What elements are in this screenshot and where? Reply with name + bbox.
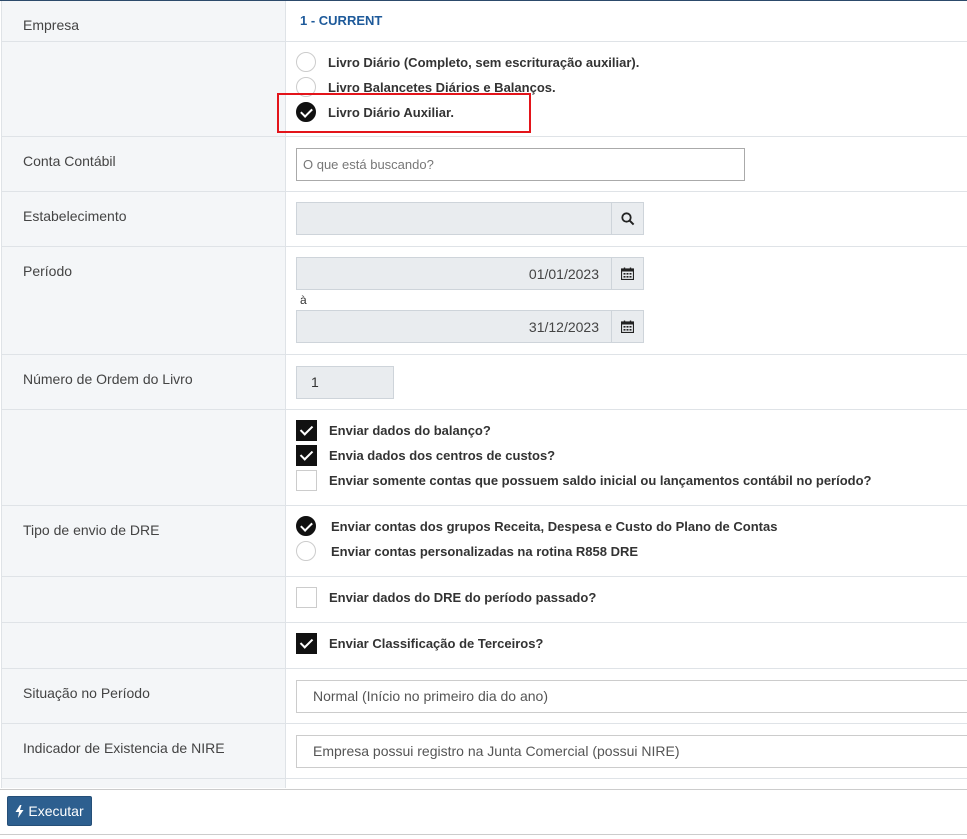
execute-button[interactable]: Executar: [7, 796, 92, 826]
label-cell: Estabelecimento: [1, 192, 286, 246]
footer-bar: Executar: [0, 789, 967, 839]
balance-option-3[interactable]: Enviar somente contas que possuem saldo …: [296, 470, 872, 491]
label-cell: [1, 42, 286, 136]
row-book-order: Número de Ordem do Livro 1: [1, 355, 967, 410]
row-balance-options: Enviar dados do balanço? Envia dados dos…: [1, 410, 967, 506]
label-cell: Período: [1, 247, 286, 354]
establishment-field[interactable]: [296, 202, 611, 235]
dre-option-label: Enviar contas dos grupos Receita, Despes…: [331, 518, 778, 534]
period-separator: à: [300, 293, 307, 307]
situation-label: Situação no Período: [23, 685, 150, 701]
period-end-group: 31/12/2023: [296, 310, 644, 343]
row-period: Período 01/01/2023 à 31/12/2023: [1, 247, 967, 355]
row-dre-previous: Enviar dados do DRE do período passado?: [1, 577, 967, 623]
book-option-1[interactable]: Livro Diário (Completo, sem escrituração…: [296, 52, 639, 72]
balance-option-1[interactable]: Enviar dados do balanço?: [296, 420, 491, 441]
radio-checked-icon[interactable]: [296, 516, 316, 536]
period-content: 01/01/2023 à 31/12/2023: [285, 247, 967, 354]
bolt-icon: [15, 804, 24, 818]
row-account: Conta Contábil: [1, 137, 967, 192]
establishment-content: [285, 192, 967, 246]
company-value: 1 - CURRENT: [300, 13, 383, 28]
balance-options: Enviar dados do balanço? Envia dados dos…: [285, 410, 967, 505]
balance-option-2[interactable]: Envia dados dos centros de custos?: [296, 445, 555, 466]
calendar-icon: [621, 267, 634, 280]
label-cell: [1, 577, 286, 622]
checkbox-checked-icon[interactable]: [296, 633, 317, 654]
radio-icon[interactable]: [296, 541, 316, 561]
dre-type-options: Enviar contas dos grupos Receita, Despes…: [285, 506, 967, 576]
row-dre-type: Tipo de envio de DRE Enviar contas dos g…: [1, 506, 967, 577]
account-search-input[interactable]: [296, 148, 745, 181]
book-option-label: Livro Diário (Completo, sem escrituração…: [328, 54, 640, 70]
checkbox-checked-icon[interactable]: [296, 420, 317, 441]
label-cell: Situação no Período: [1, 669, 286, 723]
account-label: Conta Contábil: [23, 153, 116, 169]
label-cell: Indicador de Existencia de NIRE: [1, 724, 286, 778]
label-cell: Número de Ordem do Livro: [1, 355, 286, 409]
period-label: Período: [23, 263, 73, 279]
book-order-content: 1: [285, 355, 967, 409]
label-cell: Tipo de envio de DRE: [1, 506, 286, 576]
dre-option-2[interactable]: Enviar contas personalizadas na rotina R…: [296, 541, 638, 561]
dre-option-1[interactable]: Enviar contas dos grupos Receita, Despes…: [296, 516, 777, 536]
nire-select[interactable]: Empresa possui registro na Junta Comerci…: [296, 735, 967, 768]
establishment-group: [296, 202, 644, 235]
row-partial: [1, 779, 967, 788]
nire-content: Empresa possui registro na Junta Comerci…: [285, 724, 967, 778]
row-situation: Situação no Período Normal (Início no pr…: [1, 669, 967, 724]
execute-label: Executar: [28, 803, 84, 819]
establishment-search-button[interactable]: [611, 202, 644, 235]
label-cell: Conta Contábil: [1, 137, 286, 191]
row-establishment: Estabelecimento: [1, 192, 967, 247]
situation-select[interactable]: Normal (Início no primeiro dia do ano): [296, 680, 967, 713]
dre-previous-label: Enviar dados do DRE do período passado?: [329, 590, 597, 605]
search-icon: [620, 211, 634, 225]
dre-type-label: Tipo de envio de DRE: [23, 522, 160, 538]
label-cell: [1, 410, 286, 505]
third-party-content: Enviar Classificação de Terceiros?: [285, 623, 967, 668]
dre-previous-content: Enviar dados do DRE do período passado?: [285, 577, 967, 622]
balance-option-label: Enviar somente contas que possuem saldo …: [329, 473, 872, 488]
row-nire: Indicador de Existencia de NIRE Empresa …: [1, 724, 967, 779]
selection-highlight-box: [277, 93, 531, 133]
account-content: [285, 137, 967, 191]
period-end-calendar-button[interactable]: [611, 310, 644, 343]
company-content: 1 - CURRENT: [285, 1, 967, 41]
calendar-icon: [621, 320, 634, 333]
balance-option-label: Enviar dados do balanço?: [329, 423, 491, 438]
third-party-label: Enviar Classificação de Terceiros?: [329, 636, 544, 651]
dre-previous-option[interactable]: Enviar dados do DRE do período passado?: [296, 587, 596, 608]
balance-option-label: Envia dados dos centros de custos?: [329, 448, 556, 463]
nire-label: Indicador de Existencia de NIRE: [23, 740, 225, 756]
dre-option-label: Enviar contas personalizadas na rotina R…: [331, 543, 639, 559]
label-cell: Empresa: [1, 1, 286, 41]
radio-icon[interactable]: [296, 52, 316, 72]
situation-content: Normal (Início no primeiro dia do ano): [285, 669, 967, 723]
book-order-label: Número de Ordem do Livro: [23, 371, 193, 387]
checkbox-icon[interactable]: [296, 470, 317, 491]
period-start-field[interactable]: 01/01/2023: [296, 257, 611, 290]
checkbox-icon[interactable]: [296, 587, 317, 608]
third-party-option[interactable]: Enviar Classificação de Terceiros?: [296, 633, 543, 654]
label-cell: [1, 623, 286, 668]
row-third-party: Enviar Classificação de Terceiros?: [1, 623, 967, 669]
period-start-group: 01/01/2023: [296, 257, 644, 290]
establishment-label: Estabelecimento: [23, 208, 127, 224]
company-label: Empresa: [23, 17, 80, 33]
period-end-field[interactable]: 31/12/2023: [296, 310, 611, 343]
checkbox-checked-icon[interactable]: [296, 445, 317, 466]
label-cell: [1, 779, 286, 788]
row-company: Empresa 1 - CURRENT: [1, 1, 967, 42]
book-order-field[interactable]: 1: [296, 366, 394, 399]
period-start-calendar-button[interactable]: [611, 257, 644, 290]
footer-bottom-line: [0, 834, 967, 835]
